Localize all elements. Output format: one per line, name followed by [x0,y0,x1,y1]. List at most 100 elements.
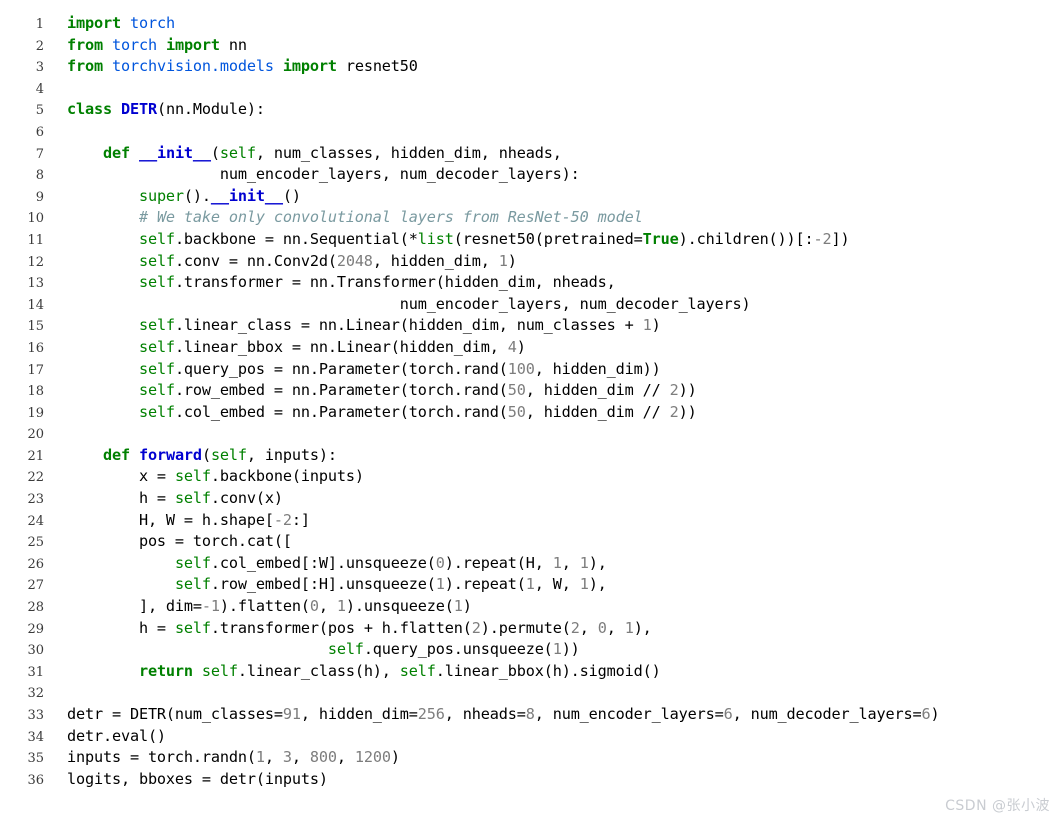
code-source[interactable]: def forward(self, inputs): [44,445,337,467]
code-line[interactable]: 8 num_encoder_layers, num_decoder_layers… [0,164,1064,186]
code-line[interactable]: 23 h = self.conv(x) [0,488,1064,510]
line-number: 12 [27,254,44,270]
code-line[interactable]: 29 h = self.transformer(pos + h.flatten(… [0,618,1064,640]
code-line[interactable]: 4 [0,78,1064,100]
token-plain: nn [219,35,247,54]
token-plain: ), [588,575,607,594]
token-plain: () [282,186,301,205]
code-source[interactable] [44,423,76,445]
code-line[interactable]: 34 detr.eval() [0,726,1064,748]
code-source[interactable]: h = self.conv(x) [44,488,283,510]
code-source[interactable]: num_encoder_layers, num_decoder_layers) [44,294,751,316]
token-plain: x = [67,467,175,486]
code-line[interactable]: 11 self.backbone = nn.Sequential(*list(r… [0,229,1064,251]
line-number: 26 [27,556,44,572]
code-source[interactable]: inputs = torch.randn(1, 3, 800, 1200) [44,747,400,769]
code-source[interactable]: self.backbone = nn.Sequential(*list(resn… [44,229,850,251]
code-source[interactable]: class DETR(nn.Module): [44,99,265,121]
code-source[interactable]: from torch import nn [44,35,247,57]
line-number: 33 [27,708,44,723]
code-line[interactable]: 33 detr = DETR(num_classes=91, hidden_dim… [0,704,1064,726]
token-plain: ) [462,597,472,616]
token-plain: , hidden_dim, [372,251,499,270]
token-num: -2 [273,510,292,529]
code-source[interactable]: self.col_embed = nn.Parameter(torch.rand… [44,402,697,424]
line-number: 19 [27,405,44,421]
code-source[interactable]: super().__init__() [44,186,301,208]
code-source[interactable]: self.linear_class = nn.Linear(hidden_dim… [44,315,661,337]
token-plain: ).children())[: [678,229,814,248]
code-line[interactable]: 24 H, W = h.shape[-2:] [0,510,1064,532]
token-plain: , [579,618,598,637]
code-source[interactable]: self.col_embed[:W].unsqueeze(0).repeat(H… [44,553,607,575]
code-line[interactable]: 12 self.conv = nn.Conv2d(2048, hidden_di… [0,251,1064,273]
code-source[interactable]: self.row_embed[:H].unsqueeze(1).repeat(1… [44,574,607,596]
code-line[interactable]: 26 self.col_embed[:W].unsqueeze(0).repea… [0,553,1064,575]
code-source[interactable]: self.conv = nn.Conv2d(2048, hidden_dim, … [44,251,517,273]
code-line[interactable]: 36 logits, bboxes = detr(inputs) [0,769,1064,791]
code-source[interactable]: h = self.transformer(pos + h.flatten(2).… [44,618,652,640]
code-source[interactable]: self.transformer = nn.Transformer(hidden… [44,272,616,294]
token-num: 2 [669,381,679,400]
line-number: 34 [27,729,44,745]
code-listing[interactable]: 1 import torch 2 from torch import nn 3 from … [0,13,1064,790]
code-source[interactable]: ], dim=-1).flatten(0, 1).unsqueeze(1) [44,596,472,618]
code-line[interactable]: 14 num_encoder_layers, num_decoder_layer… [0,294,1064,316]
code-line[interactable]: 10 # We take only convolutional layers f… [0,207,1064,229]
line-number: 29 [27,621,44,637]
code-source[interactable]: num_encoder_layers, num_decoder_layers): [44,164,580,186]
code-source[interactable]: x = self.backbone(inputs) [44,466,364,488]
token-num: -1 [201,597,220,616]
code-line[interactable]: 30 self.query_pos.unsqueeze(1)) [0,639,1064,661]
code-line[interactable]: 16 self.linear_bbox = nn.Linear(hidden_d… [0,337,1064,359]
token-plain: , inputs): [246,445,337,464]
code-line[interactable]: 21 def forward(self, inputs): [0,445,1064,467]
line-number: 17 [27,362,44,378]
code-line[interactable]: 20 [0,423,1064,445]
code-line[interactable]: 3 from torchvision.models import resnet50 [0,56,1064,78]
code-line[interactable]: 13 self.transformer = nn.Transformer(hid… [0,272,1064,294]
code-source[interactable]: def __init__(self, num_classes, hidden_d… [44,143,562,165]
code-source[interactable]: self.query_pos = nn.Parameter(torch.rand… [44,359,661,381]
code-source[interactable]: import torch [44,13,175,35]
code-source[interactable]: self.linear_bbox = nn.Linear(hidden_dim,… [44,337,526,359]
code-line[interactable]: 15 self.linear_class = nn.Linear(hidden_… [0,315,1064,337]
code-source[interactable]: H, W = h.shape[-2:] [44,510,310,532]
code-source[interactable] [44,78,76,100]
token-mod: torch [129,14,175,32]
code-line[interactable]: 25 pos = torch.cat([ [0,531,1064,553]
code-line[interactable]: 9 super().__init__() [0,186,1064,208]
code-line[interactable]: 1 import torch [0,13,1064,35]
code-source[interactable]: self.row_embed = nn.Parameter(torch.rand… [44,380,697,402]
code-line[interactable]: 7 def __init__(self, num_classes, hidden… [0,143,1064,165]
code-line[interactable]: 19 self.col_embed = nn.Parameter(torch.r… [0,402,1064,424]
code-source[interactable]: pos = torch.cat([ [44,531,292,553]
code-line[interactable]: 17 self.query_pos = nn.Parameter(torch.r… [0,359,1064,381]
code-source[interactable]: detr.eval() [44,726,166,748]
code-source[interactable]: self.query_pos.unsqueeze(1)) [44,639,580,661]
token-num: 2 [669,402,679,421]
code-source[interactable]: return self.linear_class(h), self.linear… [44,661,661,683]
code-source[interactable]: logits, bboxes = detr(inputs) [44,769,328,791]
code-line[interactable]: 35 inputs = torch.randn(1, 3, 800, 1200) [0,747,1064,769]
code-line[interactable]: 22 x = self.backbone(inputs) [0,466,1064,488]
code-line[interactable]: 6 [0,121,1064,143]
token-num: 2 [570,618,580,637]
code-line[interactable]: 5 class DETR(nn.Module): [0,99,1064,121]
code-line[interactable]: 18 self.row_embed = nn.Parameter(torch.r… [0,380,1064,402]
code-line[interactable]: 28 ], dim=-1).flatten(0, 1).unsqueeze(1) [0,596,1064,618]
code-line[interactable]: 27 self.row_embed[:H].unsqueeze(1).repea… [0,574,1064,596]
token-plain: .query_pos = nn.Parameter(torch.rand( [174,359,508,378]
code-source[interactable] [44,121,76,143]
code-line[interactable]: 31 return self.linear_class(h), self.lin… [0,661,1064,683]
line-number: 21 [27,448,44,464]
code-line[interactable]: 32 [0,682,1064,704]
code-source[interactable] [44,682,76,704]
code-line[interactable]: 2 from torch import nn [0,35,1064,57]
code-source[interactable]: from torchvision.models import resnet50 [44,56,418,78]
code-source[interactable]: # We take only convolutional layers from… [44,207,643,229]
code-source[interactable]: detr = DETR(num_classes=91, hidden_dim=2… [44,704,940,726]
